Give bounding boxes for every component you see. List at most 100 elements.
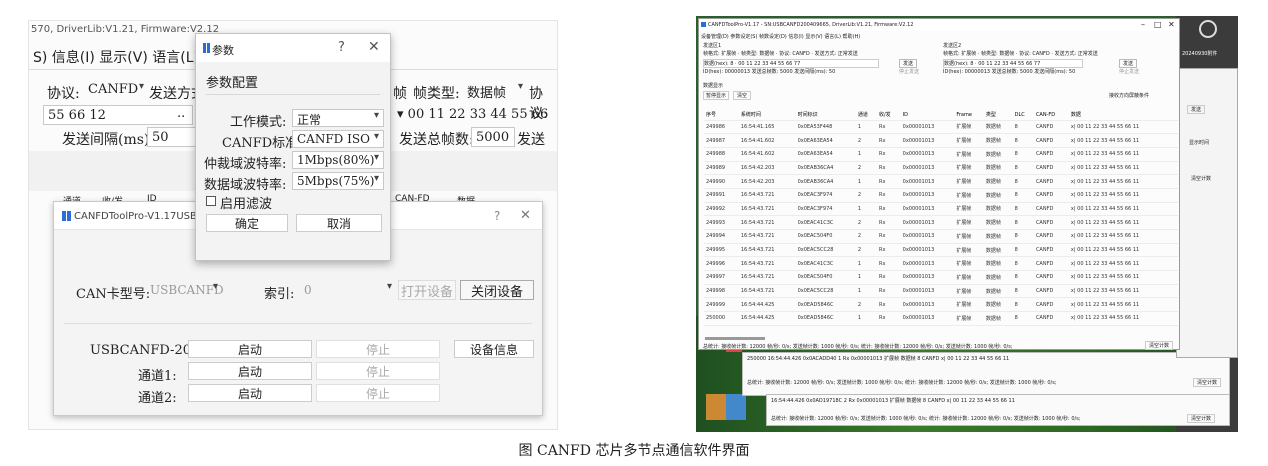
- table-row[interactable]: 249987 16:54:41.602 0x0EA63EA54 2 Rx 0x000010…: [704, 133, 1178, 148]
- table-cell: 0x0EAD5846C: [795, 297, 856, 313]
- table-scroll-thumb[interactable]: [705, 337, 765, 340]
- ghost-status-1: 总统计: 接收帧计数: 12000 帧/秒: 0/s; 发送帧计数: 1000 …: [747, 380, 1057, 386]
- table-cell: Rx: [877, 174, 901, 189]
- table-cell: Rx: [877, 188, 901, 203]
- table-row[interactable]: 249989 16:54:42.203 0x0EAB36CA4 2 Rx 0x000010…: [704, 161, 1178, 176]
- left-menu-bar[interactable]: S) 信息(I) 显示(V) 语言(L): [33, 47, 199, 67]
- close-button[interactable]: ✕: [520, 208, 531, 223]
- device-start-button[interactable]: 启动: [188, 340, 312, 358]
- col-direction[interactable]: 收/发: [877, 110, 901, 121]
- data-input-2[interactable]: 数据(hex): 8 · 00 11 22 33 44 55 66 77: [943, 59, 1083, 68]
- table-cell: 数据帧: [983, 147, 1013, 162]
- col-seq[interactable]: 序号: [704, 110, 739, 121]
- param-help-button[interactable]: ?: [338, 40, 345, 55]
- data-rate-select[interactable]: 5Mbps(75%): [292, 172, 384, 190]
- help-button[interactable]: ?: [494, 209, 500, 223]
- stop-button-2[interactable]: 停止发送: [1119, 68, 1139, 75]
- col-type[interactable]: 类型: [983, 110, 1013, 121]
- table-cell: 8: [1012, 297, 1034, 313]
- table-row[interactable]: 249993 16:54:43.721 0x0EAC41C3C 2 Rx 0x000010…: [704, 215, 1178, 230]
- table-row[interactable]: 249988 16:54:41.602 0x0EA63EA54 1 Rx 0x000010…: [704, 147, 1178, 162]
- work-mode-select[interactable]: 正常: [292, 109, 384, 127]
- data-left-more[interactable]: ..: [177, 106, 185, 121]
- table-row[interactable]: 249991 16:54:43.721 0x0EAC3F974 2 Rx 0x000010…: [704, 188, 1178, 203]
- channel2-start-button[interactable]: 启动: [188, 384, 312, 402]
- channel1-start-button[interactable]: 启动: [188, 362, 312, 380]
- ctrl-line-1[interactable]: 帧格式: 扩展帧 · 帧类型: 数据帧 · 协议: CANFD · 发送方式: …: [703, 50, 858, 57]
- table-cell: 数据帧: [983, 202, 1013, 217]
- col-id[interactable]: ID: [900, 110, 955, 121]
- data-rate-label: 数据域波特率:: [204, 178, 287, 193]
- table-cell: 0x0EAB36CA4: [795, 161, 856, 176]
- frame-type-select[interactable]: 数据帧: [463, 81, 527, 101]
- col-dlc[interactable]: DLC: [1012, 110, 1034, 121]
- id-line-1[interactable]: ID(hex): 00000013 发送总帧数: 5000 发送间隔(ms): …: [703, 68, 835, 75]
- clear-stats-button[interactable]: 清空计数: [1145, 341, 1174, 350]
- desktop-thumb-2: [706, 394, 746, 420]
- table-cell: 0x0EAD5846C: [795, 311, 856, 326]
- channel1-stop-button[interactable]: 停止: [316, 362, 440, 380]
- side-send-button[interactable]: 发送: [1187, 105, 1206, 114]
- data-left-input[interactable]: 55 66 12: [43, 105, 193, 125]
- table-row[interactable]: 249999 16:54:44.425 0x0EAD5846C 2 Rx 0x000010…: [704, 297, 1178, 313]
- minimize-icon[interactable]: –: [1141, 20, 1145, 29]
- table-row[interactable]: 249997 16:54:43.721 0x0EAC504F0 1 Rx 0x000010…: [704, 270, 1178, 285]
- protocol-select[interactable]: CANFD: [84, 81, 148, 101]
- table-header: 序号 系统时间 时间标识 通道 收/发 ID Frame 类型 DLC CAN-…: [704, 110, 1178, 121]
- table-row[interactable]: 249986 16:54:41.165 0x0EA53F448 1 Rx 0x000010…: [704, 120, 1178, 135]
- close-device-button[interactable]: 关闭设备: [460, 280, 534, 300]
- table-cell: 8: [1012, 215, 1034, 230]
- send-area-2-label: 发送区2: [943, 43, 962, 49]
- main-menu[interactable]: 设备管理(D) 参数设定(S) 帧数设定(D) 信息(I) 显示(V) 语言(L…: [701, 33, 860, 40]
- ctrl-line-2[interactable]: 帧格式: 扩展帧 · 帧类型: 数据帧 · 协议: CANFD · 发送方式: …: [943, 50, 1098, 57]
- canfd-standard-select[interactable]: CANFD ISO: [292, 130, 384, 148]
- table-cell: 0x00001013: [900, 297, 955, 313]
- table-cell: 数据帧: [983, 133, 1013, 148]
- table-row[interactable]: 249998 16:54:43.721 0x0EAC5CC28 1 Rx 0x000010…: [704, 284, 1178, 299]
- ghost-row-2: 16:54:44.426 0x0AD19718C 2 Rx 0x00001013…: [771, 398, 1015, 404]
- table-row[interactable]: 249990 16:54:42.203 0x0EAB36CA4 1 Rx 0x000010…: [704, 174, 1178, 189]
- data-right-input[interactable]: ▾ 00 11 22 33 44 55 66: [393, 105, 557, 125]
- table-cell: 扩展帧: [954, 311, 984, 326]
- device-stop-button[interactable]: 停止: [316, 340, 440, 358]
- channel2-stop-button[interactable]: 停止: [316, 384, 440, 402]
- col-data[interactable]: 数据: [1068, 110, 1178, 121]
- table-row[interactable]: 250000 16:54:44.425 0x0EAD5846C 1 Rx 0x000010…: [704, 311, 1178, 326]
- stop-button-1[interactable]: 停止发送: [899, 68, 919, 75]
- ok-button[interactable]: 确定: [206, 214, 288, 232]
- ghost-clear-stats-2[interactable]: 清空计数: [1187, 414, 1216, 423]
- arb-rate-select[interactable]: 1Mbps(80%): [292, 151, 384, 169]
- send-button-1[interactable]: 发送: [899, 59, 918, 68]
- index-select[interactable]: 0: [300, 281, 396, 301]
- filter-checkbox[interactable]: [206, 196, 216, 206]
- table-cell: Rx: [877, 270, 901, 285]
- open-device-button[interactable]: 打开设备: [398, 280, 456, 300]
- data-input-1[interactable]: 数据(hex): 8 · 00 11 22 33 44 55 66 77: [703, 59, 879, 68]
- table-row[interactable]: 249992 16:54:43.721 0x0EAC3F974 1 Rx 0x000010…: [704, 202, 1178, 217]
- col-frame[interactable]: Frame: [954, 110, 984, 121]
- desktop-shortcut-icon[interactable]: [1199, 20, 1217, 38]
- table-row[interactable]: 249994 16:54:43.721 0x0EAC504F0 2 Rx 0x000010…: [704, 229, 1178, 244]
- param-close-button[interactable]: ✕: [368, 39, 380, 55]
- col-systime[interactable]: 系统时间: [738, 110, 796, 121]
- table-cell: 数据帧: [983, 229, 1013, 244]
- send-button-2[interactable]: 发送: [1119, 59, 1138, 68]
- table-row[interactable]: 249996 16:54:43.721 0x0EAC41C3C 1 Rx 0x000010…: [704, 256, 1178, 272]
- table-cell: 1: [855, 202, 877, 217]
- maximize-icon[interactable]: □: [1154, 20, 1162, 29]
- col-channel[interactable]: 通道: [855, 110, 877, 121]
- cancel-button[interactable]: 取消: [296, 214, 382, 232]
- card-type-select[interactable]: USBCANFD: [146, 281, 224, 301]
- col-timestamp[interactable]: 时间标识: [795, 110, 856, 121]
- table-cell: x| 00 11 22 33 44 55 66 11: [1068, 202, 1178, 217]
- pause-display-tab[interactable]: 暂停显示: [703, 91, 730, 100]
- table-row[interactable]: 249995 16:54:43.721 0x0EAC5CC28 2 Rx 0x000010…: [704, 243, 1178, 258]
- col-canfd[interactable]: CAN-FD: [1033, 110, 1069, 121]
- device-info-button[interactable]: 设备信息: [454, 340, 534, 358]
- ghost-clear-stats-1[interactable]: 清空计数: [1193, 378, 1222, 387]
- clear-button[interactable]: 清空: [733, 91, 752, 100]
- id-line-2[interactable]: ID(hex): 00000013 发送总帧数: 5000 发送间隔(ms): …: [943, 68, 1075, 75]
- side-clear-button[interactable]: 清空计数: [1191, 175, 1211, 182]
- window-close-icon[interactable]: ✕: [1168, 20, 1175, 29]
- total-frames-input[interactable]: 5000: [471, 127, 515, 147]
